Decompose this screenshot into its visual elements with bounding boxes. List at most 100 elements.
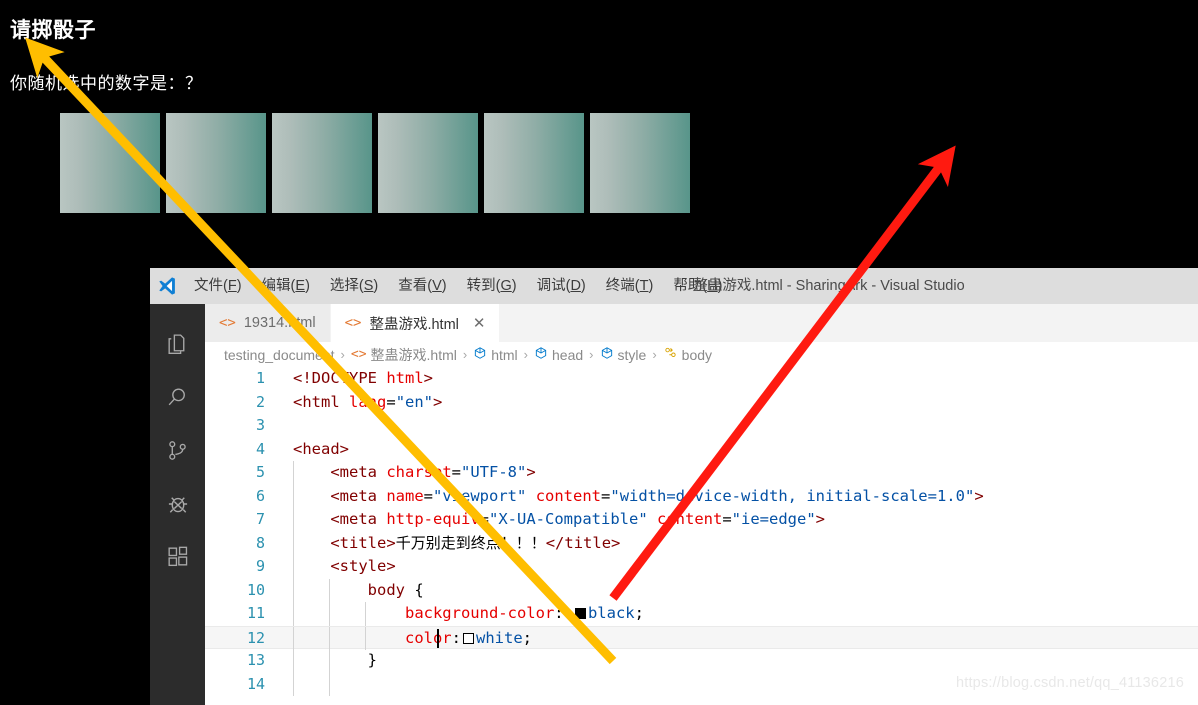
code-line-text[interactable]: [277, 414, 293, 438]
code-line[interactable]: 1 <!DOCTYPE html>: [205, 367, 1198, 391]
line-number: 9: [205, 555, 277, 579]
close-icon[interactable]: ✕: [473, 314, 486, 332]
token: {: [414, 581, 423, 599]
dice-4[interactable]: [378, 113, 478, 213]
breadcrumb-label: body: [682, 347, 712, 363]
token: >: [526, 463, 535, 481]
code-line-text[interactable]: <!DOCTYPE html>: [277, 367, 433, 391]
token: =: [722, 510, 731, 528]
code-line[interactable]: 10 body {: [205, 579, 1198, 603]
menu-item-label: 选择(: [330, 278, 364, 294]
token: =: [452, 463, 461, 481]
line-number: 2: [205, 391, 277, 415]
code-line-text[interactable]: <meta http-equiv="X-UA-Compatible" conte…: [277, 508, 825, 532]
activity-bar[interactable]: [150, 304, 205, 705]
dice-5[interactable]: [484, 113, 584, 213]
debug-icon[interactable]: [150, 477, 205, 530]
code-line[interactable]: 5 <meta charset="UTF-8">: [205, 461, 1198, 485]
code-line[interactable]: 3: [205, 414, 1198, 438]
menu-item-label: 文件(: [194, 278, 228, 294]
breadcrumb-item-1[interactable]: testing_document: [224, 347, 335, 363]
editor-tab-1[interactable]: <>19314.html: [205, 304, 331, 342]
vscode-window: 文件(F)编辑(E)选择(S)查看(V)转到(G)调试(D)终端(T)帮助(H)…: [150, 268, 1198, 705]
tab-bar[interactable]: <>19314.html<>整蛊游戏.html✕: [205, 304, 1198, 342]
code-line[interactable]: 8 <title>千万别走到终点！！！</title>: [205, 532, 1198, 556]
dice-3[interactable]: [272, 113, 372, 213]
code-line-text[interactable]: <title>千万别走到终点！！！</title>: [277, 532, 620, 556]
code-line-text[interactable]: <meta charset="UTF-8">: [277, 461, 536, 485]
html-file-icon: <>: [351, 347, 367, 362]
color-swatch-white-icon[interactable]: [463, 633, 474, 644]
code-line[interactable]: 6 <meta name="viewport" content="width=d…: [205, 485, 1198, 509]
token: <!: [293, 369, 312, 387]
breadcrumb-label: html: [491, 347, 517, 363]
breadcrumb[interactable]: testing_document›<>整蛊游戏.html›html›head›s…: [205, 342, 1198, 367]
menu-item-7[interactable]: 终端(T): [596, 268, 664, 304]
token: >: [433, 393, 442, 411]
menu-item-mnemonic: V: [432, 278, 442, 294]
code-line[interactable]: 13 }: [205, 649, 1198, 673]
dice-1[interactable]: [60, 113, 160, 213]
explorer-icon[interactable]: [150, 318, 205, 371]
menu-item-tail: ): [581, 278, 586, 294]
code-line-text[interactable]: background-color: black;: [277, 602, 644, 626]
breadcrumb-item-6[interactable]: body: [663, 346, 712, 363]
code-line[interactable]: 14: [205, 673, 1198, 697]
extensions-icon[interactable]: [150, 530, 205, 583]
code-line[interactable]: 9 <style>: [205, 555, 1198, 579]
menu-item-6[interactable]: 调试(D): [527, 268, 596, 304]
menu-item-8[interactable]: 帮助(H): [663, 268, 732, 304]
search-icon[interactable]: [150, 371, 205, 424]
breadcrumb-item-4[interactable]: head: [534, 346, 583, 363]
menu-item-3[interactable]: 选择(S): [320, 268, 388, 304]
menu-item-5[interactable]: 转到(G): [457, 268, 527, 304]
color-swatch-black-icon[interactable]: [575, 608, 586, 619]
breadcrumb-item-5[interactable]: style: [600, 346, 647, 363]
code-line-text[interactable]: <style>: [277, 555, 396, 579]
dice-2[interactable]: [166, 113, 266, 213]
code-line-text[interactable]: <html lang="en">: [277, 391, 442, 415]
menu-item-1[interactable]: 文件(F): [184, 268, 252, 304]
breadcrumb-item-2[interactable]: <>整蛊游戏.html: [351, 345, 457, 365]
source-control-icon[interactable]: [150, 424, 205, 477]
code-line-text[interactable]: color:white;: [277, 627, 532, 649]
token: style: [340, 557, 387, 575]
token: black: [588, 604, 635, 622]
breadcrumb-item-3[interactable]: html: [473, 346, 517, 363]
code-line-text[interactable]: }: [277, 649, 377, 673]
code-line-active[interactable]: 12 color:white;: [205, 626, 1198, 650]
menu-item-2[interactable]: 编辑(E): [252, 268, 320, 304]
token: content: [657, 510, 722, 528]
menu-item-4[interactable]: 查看(V): [388, 268, 456, 304]
code-line[interactable]: 11 background-color: black;: [205, 602, 1198, 626]
code-line[interactable]: 4 <head>: [205, 438, 1198, 462]
line-number: 12: [205, 627, 277, 649]
token: <: [330, 557, 339, 575]
breadcrumb-label: head: [552, 347, 583, 363]
code-editor[interactable]: 1 <!DOCTYPE html> 2 <html lang="en"> 3 4…: [205, 367, 1198, 705]
editor-tab-2[interactable]: <>整蛊游戏.html✕: [331, 304, 501, 342]
menu-bar[interactable]: 文件(F)编辑(E)选择(S)查看(V)转到(G)调试(D)终端(T)帮助(H): [184, 268, 732, 304]
token: >: [424, 369, 433, 387]
menu-item-label: 帮助(: [673, 278, 707, 294]
dice-row: [60, 113, 690, 213]
line-number: 10: [205, 579, 277, 603]
token: >: [974, 487, 983, 505]
breadcrumb-separator: ›: [462, 347, 468, 362]
token: <: [293, 440, 302, 458]
token: <: [330, 510, 339, 528]
code-line-text[interactable]: <head>: [277, 438, 349, 462]
tab-label: 19314.html: [244, 315, 316, 331]
token: }: [368, 651, 377, 669]
token: meta: [340, 510, 377, 528]
tab-label: 整蛊游戏.html: [369, 313, 458, 334]
dice-6[interactable]: [590, 113, 690, 213]
menu-item-label: 查看(: [398, 278, 432, 294]
code-line-text[interactable]: <meta name="viewport" content="width=dev…: [277, 485, 984, 509]
menu-item-label: 调试(: [537, 278, 571, 294]
menu-item-tail: ): [373, 278, 378, 294]
code-line-text[interactable]: body {: [277, 579, 424, 603]
code-line[interactable]: 2 <html lang="en">: [205, 391, 1198, 415]
code-line-text[interactable]: [277, 673, 293, 697]
code-line[interactable]: 7 <meta http-equiv="X-UA-Compatible" con…: [205, 508, 1198, 532]
